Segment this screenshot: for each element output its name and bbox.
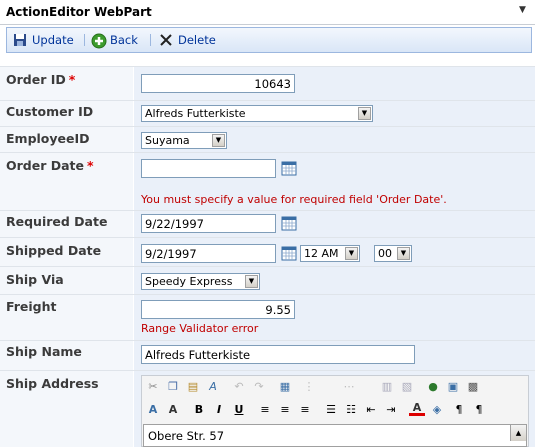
back-icon [91, 33, 107, 49]
insert-media-icon[interactable]: ▩ [465, 378, 481, 394]
update-label: Update [32, 33, 74, 47]
hyperlink-icon[interactable]: ● [425, 378, 441, 394]
customer-id-label: Customer ID [6, 104, 94, 119]
ship-name-field[interactable]: Alfreds Futterkiste [141, 345, 415, 364]
chevron-down-icon: ▼ [397, 247, 410, 260]
cut-icon[interactable]: ✂ [145, 378, 161, 394]
order-date-label: Order Date * [6, 158, 94, 173]
chevron-down-icon: ▼ [358, 107, 371, 120]
back-label: Back [110, 33, 138, 47]
webpart-menu-icon[interactable]: ▼ [519, 5, 526, 15]
underline-icon[interactable]: U [231, 401, 247, 417]
redo-icon[interactable]: ↷ [251, 378, 267, 394]
delete-icon [159, 33, 173, 47]
table-properties-icon[interactable]: ▥ [379, 378, 395, 394]
webpart-title: ActionEditor WebPart [6, 5, 152, 19]
rte-toolbar-row-2: A A B I U ≡ ≡ ≡ ☰ ☷ ⇤ ⇥ A ◈ ¶ ¶ [141, 401, 527, 421]
customer-id-select[interactable]: Alfreds Futterkiste ▼ [141, 105, 373, 122]
order-date-error: You must specify a value for required fi… [141, 193, 447, 206]
delete-button[interactable]: Delete [159, 32, 216, 48]
bulleted-list-icon[interactable]: ☷ [343, 401, 359, 417]
freight-error: Range Validator error [141, 322, 259, 335]
order-id-field[interactable]: 10643 [141, 74, 295, 93]
chevron-down-icon: ▼ [345, 247, 358, 260]
numbered-list-icon[interactable]: ☰ [323, 401, 339, 417]
insert-image-icon[interactable]: ▣ [445, 378, 461, 394]
action-toolbar: Update Back Delete [6, 27, 532, 53]
order-id-label: Order ID * [6, 72, 76, 87]
table-rows-icon[interactable]: ⋮ [301, 378, 317, 394]
calendar-icon[interactable] [281, 160, 297, 176]
chevron-down-icon: ▼ [212, 134, 225, 147]
employee-id-label: EmployeeID [6, 131, 90, 146]
increase-indent-icon[interactable]: ⇥ [383, 401, 399, 417]
italic-icon[interactable]: I [211, 401, 227, 417]
delete-label: Delete [178, 33, 216, 47]
insert-table-icon[interactable]: ▦ [277, 378, 293, 394]
required-date-label: Required Date [6, 214, 108, 229]
required-date-field[interactable]: 9/22/1997 [141, 214, 276, 233]
scroll-up-icon[interactable]: ▲ [510, 425, 526, 441]
chevron-down-icon: ▼ [245, 275, 258, 288]
ship-via-select[interactable]: Speedy Express ▼ [141, 273, 260, 290]
align-right-icon[interactable]: ≡ [297, 401, 313, 417]
ship-address-label: Ship Address [6, 376, 99, 391]
employee-id-select[interactable]: Suyama ▼ [141, 132, 227, 149]
highlight-icon[interactable]: ◈ [429, 401, 445, 417]
freight-label: Freight [6, 299, 57, 314]
rte-toolbar-row-1: ✂ ❐ ▤ A ↶ ↷ ▦ ⋮ ⋯ ▥ ▧ ● ▣ ▩ [141, 378, 527, 398]
shipped-hour-select[interactable]: 12 AM ▼ [300, 245, 360, 262]
cell-properties-icon[interactable]: ▧ [399, 378, 415, 394]
shipped-minute-select[interactable]: 00 ▼ [374, 245, 412, 262]
text-color-icon[interactable]: A [409, 401, 425, 416]
freight-field[interactable]: 9.55 [141, 300, 295, 319]
ship-address-text: Obere Str. 57 [148, 429, 225, 443]
ship-via-label: Ship Via [6, 272, 64, 287]
update-button[interactable]: Update [13, 32, 74, 48]
font-family-icon[interactable]: A [145, 401, 161, 417]
calendar-icon[interactable] [281, 245, 297, 261]
bold-icon[interactable]: B [191, 401, 207, 417]
order-date-field[interactable] [141, 159, 276, 178]
table-columns-icon[interactable]: ⋯ [341, 378, 357, 394]
align-left-icon[interactable]: ≡ [257, 401, 273, 417]
format-painter-icon[interactable]: A [205, 378, 221, 394]
align-center-icon[interactable]: ≡ [277, 401, 293, 417]
font-size-icon[interactable]: A [165, 401, 181, 417]
back-button[interactable]: Back [91, 32, 138, 49]
shipped-date-field[interactable]: 9/2/1997 [141, 244, 276, 263]
undo-icon[interactable]: ↶ [231, 378, 247, 394]
ship-name-label: Ship Name [6, 344, 82, 359]
ltr-icon[interactable]: ¶ [451, 401, 467, 417]
decrease-indent-icon[interactable]: ⇤ [363, 401, 379, 417]
shipped-date-label: Shipped Date [6, 243, 102, 258]
calendar-icon[interactable] [281, 215, 297, 231]
rtl-icon[interactable]: ¶ [471, 401, 487, 417]
webpart-title-bar: ActionEditor WebPart ▼ [0, 0, 535, 25]
paste-icon[interactable]: ▤ [185, 378, 201, 394]
save-icon [13, 33, 27, 47]
ship-address-editor[interactable]: Obere Str. 57 ▲ [143, 424, 527, 447]
copy-icon[interactable]: ❐ [165, 378, 181, 394]
